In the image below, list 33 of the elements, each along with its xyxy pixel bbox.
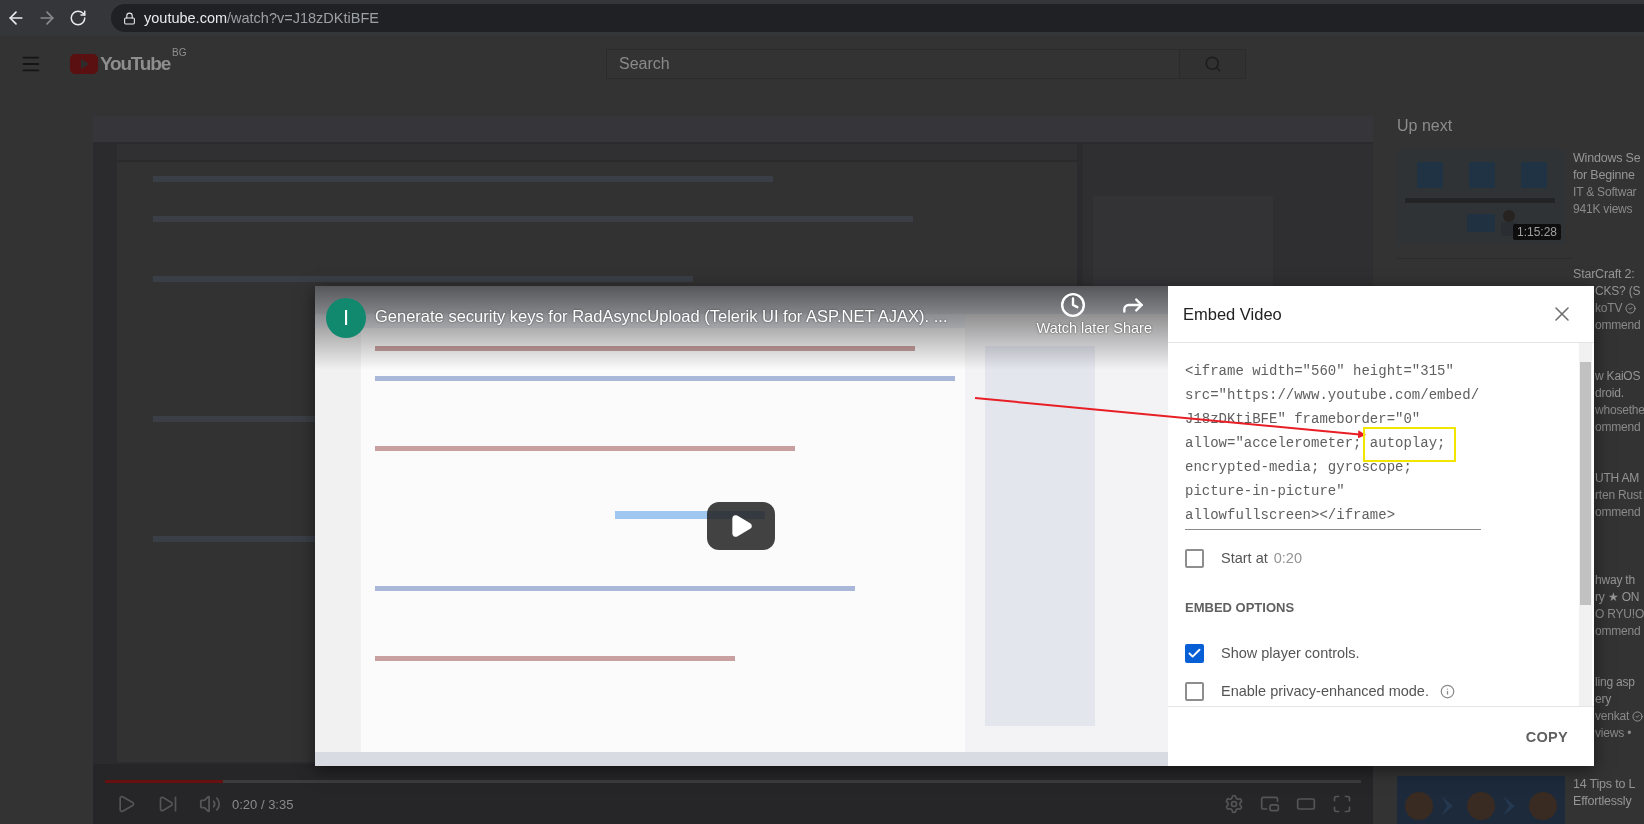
channel-name: O RYU!O [1595,606,1644,623]
info-icon[interactable] [1439,683,1455,699]
reload-button[interactable] [68,8,88,28]
channel-name: koTV [1595,300,1623,317]
duration-badge: 1:15:28 [1512,224,1561,240]
country-code: BG [172,47,187,58]
logo-text[interactable]: YouTube [100,53,171,75]
video-meta: 941K views [1573,201,1633,218]
scroll-thumb[interactable] [1580,362,1591,605]
search-field[interactable]: Search [606,49,1180,79]
video-meta: views • [1595,725,1632,742]
video-title[interactable]: for Beginne [1573,167,1641,184]
search-button[interactable] [1180,49,1246,79]
address-field[interactable]: youtube.com/watch?v=J18zDKtiBFE [144,10,379,26]
video-title[interactable]: Effortlessly [1573,793,1636,810]
channel-name: IT & Softwar [1573,184,1637,201]
verified-icon [1625,303,1637,314]
video-meta: ommend [1595,504,1641,521]
video-meta: ommend [1595,623,1641,640]
video-meta: ommend [1595,419,1641,436]
scrollbar[interactable] [1579,343,1592,706]
channel-name: rten Rust [1595,487,1642,504]
video-title[interactable]: Windows Se [1573,150,1641,167]
channel-name: whosethe [1595,402,1644,419]
verified-icon [1632,711,1644,722]
play-logo-icon [70,54,98,74]
video-title[interactable]: 14 Tips to L [1573,776,1636,793]
up-next-heading: Up next [1397,116,1454,136]
channel-name: venkat [1595,708,1630,725]
copy-button[interactable]: COPY [1523,724,1570,749]
video-title[interactable]: StarCraft 2: [1573,266,1641,283]
lock-icon [123,11,136,25]
video-meta: ommend [1595,317,1641,334]
